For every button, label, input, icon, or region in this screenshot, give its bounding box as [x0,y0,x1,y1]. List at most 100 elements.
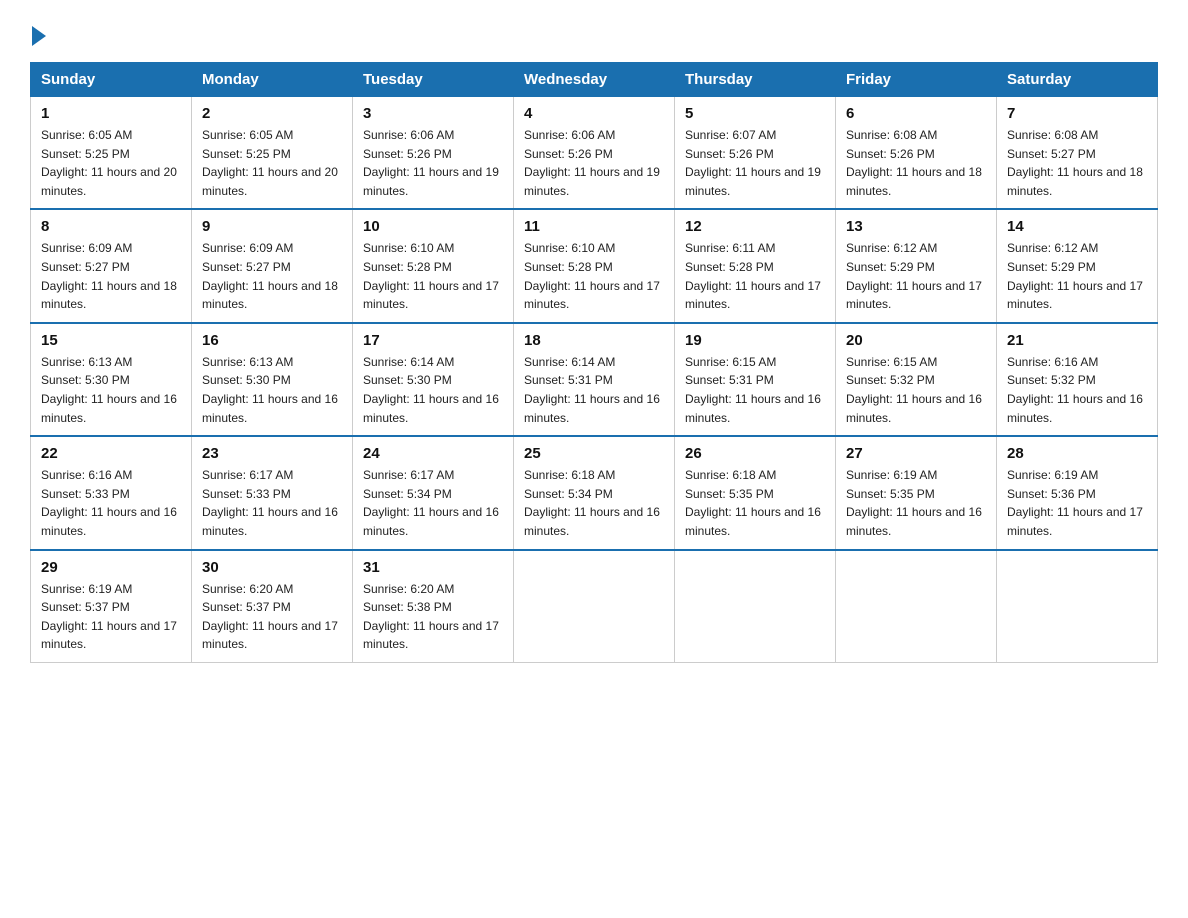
day-number: 17 [363,332,503,349]
day-number: 19 [685,332,825,349]
calendar-week-row: 1 Sunrise: 6:05 AMSunset: 5:25 PMDayligh… [31,97,1158,210]
day-info: Sunrise: 6:12 AMSunset: 5:29 PMDaylight:… [1007,241,1143,311]
calendar-cell: 21 Sunrise: 6:16 AMSunset: 5:32 PMDaylig… [997,323,1158,436]
calendar-cell: 11 Sunrise: 6:10 AMSunset: 5:28 PMDaylig… [514,209,675,322]
day-info: Sunrise: 6:20 AMSunset: 5:37 PMDaylight:… [202,582,338,652]
day-info: Sunrise: 6:08 AMSunset: 5:26 PMDaylight:… [846,128,982,198]
calendar-cell: 16 Sunrise: 6:13 AMSunset: 5:30 PMDaylig… [192,323,353,436]
day-number: 24 [363,445,503,462]
day-number: 18 [524,332,664,349]
day-info: Sunrise: 6:05 AMSunset: 5:25 PMDaylight:… [41,128,177,198]
day-number: 25 [524,445,664,462]
calendar-body: 1 Sunrise: 6:05 AMSunset: 5:25 PMDayligh… [31,97,1158,663]
day-number: 11 [524,218,664,235]
day-number: 21 [1007,332,1147,349]
day-number: 7 [1007,105,1147,122]
day-number: 4 [524,105,664,122]
header-monday: Monday [192,63,353,97]
day-info: Sunrise: 6:07 AMSunset: 5:26 PMDaylight:… [685,128,821,198]
day-info: Sunrise: 6:10 AMSunset: 5:28 PMDaylight:… [363,241,499,311]
day-info: Sunrise: 6:17 AMSunset: 5:34 PMDaylight:… [363,468,499,538]
calendar-cell: 12 Sunrise: 6:11 AMSunset: 5:28 PMDaylig… [675,209,836,322]
calendar-cell: 6 Sunrise: 6:08 AMSunset: 5:26 PMDayligh… [836,97,997,210]
day-info: Sunrise: 6:09 AMSunset: 5:27 PMDaylight:… [41,241,177,311]
calendar-cell: 4 Sunrise: 6:06 AMSunset: 5:26 PMDayligh… [514,97,675,210]
calendar-cell: 19 Sunrise: 6:15 AMSunset: 5:31 PMDaylig… [675,323,836,436]
day-number: 29 [41,559,181,576]
logo-arrow-icon [32,26,46,46]
day-number: 14 [1007,218,1147,235]
day-info: Sunrise: 6:05 AMSunset: 5:25 PMDaylight:… [202,128,338,198]
calendar-cell: 18 Sunrise: 6:14 AMSunset: 5:31 PMDaylig… [514,323,675,436]
day-info: Sunrise: 6:13 AMSunset: 5:30 PMDaylight:… [41,355,177,425]
day-number: 30 [202,559,342,576]
calendar-cell [836,550,997,663]
day-number: 22 [41,445,181,462]
day-number: 12 [685,218,825,235]
calendar-cell: 15 Sunrise: 6:13 AMSunset: 5:30 PMDaylig… [31,323,192,436]
calendar-header-row: Sunday Monday Tuesday Wednesday Thursday… [31,63,1158,97]
day-info: Sunrise: 6:06 AMSunset: 5:26 PMDaylight:… [524,128,660,198]
day-number: 16 [202,332,342,349]
day-info: Sunrise: 6:10 AMSunset: 5:28 PMDaylight:… [524,241,660,311]
calendar-cell: 24 Sunrise: 6:17 AMSunset: 5:34 PMDaylig… [353,436,514,549]
day-info: Sunrise: 6:19 AMSunset: 5:36 PMDaylight:… [1007,468,1143,538]
header-tuesday: Tuesday [353,63,514,97]
day-number: 10 [363,218,503,235]
calendar-cell: 23 Sunrise: 6:17 AMSunset: 5:33 PMDaylig… [192,436,353,549]
calendar-cell: 26 Sunrise: 6:18 AMSunset: 5:35 PMDaylig… [675,436,836,549]
day-number: 15 [41,332,181,349]
calendar-week-row: 8 Sunrise: 6:09 AMSunset: 5:27 PMDayligh… [31,209,1158,322]
day-number: 9 [202,218,342,235]
calendar-cell: 5 Sunrise: 6:07 AMSunset: 5:26 PMDayligh… [675,97,836,210]
day-info: Sunrise: 6:15 AMSunset: 5:32 PMDaylight:… [846,355,982,425]
day-number: 28 [1007,445,1147,462]
calendar-cell [997,550,1158,663]
header-friday: Friday [836,63,997,97]
day-info: Sunrise: 6:17 AMSunset: 5:33 PMDaylight:… [202,468,338,538]
calendar-cell: 25 Sunrise: 6:18 AMSunset: 5:34 PMDaylig… [514,436,675,549]
calendar-cell: 1 Sunrise: 6:05 AMSunset: 5:25 PMDayligh… [31,97,192,210]
calendar-cell: 20 Sunrise: 6:15 AMSunset: 5:32 PMDaylig… [836,323,997,436]
page-header [30,24,1158,46]
calendar-cell [514,550,675,663]
day-info: Sunrise: 6:19 AMSunset: 5:37 PMDaylight:… [41,582,177,652]
day-info: Sunrise: 6:16 AMSunset: 5:33 PMDaylight:… [41,468,177,538]
day-info: Sunrise: 6:18 AMSunset: 5:34 PMDaylight:… [524,468,660,538]
calendar-cell: 7 Sunrise: 6:08 AMSunset: 5:27 PMDayligh… [997,97,1158,210]
day-info: Sunrise: 6:13 AMSunset: 5:30 PMDaylight:… [202,355,338,425]
calendar-cell: 28 Sunrise: 6:19 AMSunset: 5:36 PMDaylig… [997,436,1158,549]
day-number: 27 [846,445,986,462]
logo [30,24,46,46]
header-saturday: Saturday [997,63,1158,97]
day-info: Sunrise: 6:16 AMSunset: 5:32 PMDaylight:… [1007,355,1143,425]
day-info: Sunrise: 6:08 AMSunset: 5:27 PMDaylight:… [1007,128,1143,198]
day-info: Sunrise: 6:19 AMSunset: 5:35 PMDaylight:… [846,468,982,538]
day-number: 6 [846,105,986,122]
calendar-cell: 27 Sunrise: 6:19 AMSunset: 5:35 PMDaylig… [836,436,997,549]
day-number: 23 [202,445,342,462]
calendar-cell: 13 Sunrise: 6:12 AMSunset: 5:29 PMDaylig… [836,209,997,322]
day-number: 13 [846,218,986,235]
calendar-cell: 14 Sunrise: 6:12 AMSunset: 5:29 PMDaylig… [997,209,1158,322]
header-thursday: Thursday [675,63,836,97]
calendar-cell: 22 Sunrise: 6:16 AMSunset: 5:33 PMDaylig… [31,436,192,549]
calendar-cell: 30 Sunrise: 6:20 AMSunset: 5:37 PMDaylig… [192,550,353,663]
calendar-week-row: 15 Sunrise: 6:13 AMSunset: 5:30 PMDaylig… [31,323,1158,436]
day-number: 3 [363,105,503,122]
calendar-cell: 9 Sunrise: 6:09 AMSunset: 5:27 PMDayligh… [192,209,353,322]
day-info: Sunrise: 6:06 AMSunset: 5:26 PMDaylight:… [363,128,499,198]
day-info: Sunrise: 6:09 AMSunset: 5:27 PMDaylight:… [202,241,338,311]
day-number: 8 [41,218,181,235]
day-info: Sunrise: 6:20 AMSunset: 5:38 PMDaylight:… [363,582,499,652]
calendar-week-row: 22 Sunrise: 6:16 AMSunset: 5:33 PMDaylig… [31,436,1158,549]
day-info: Sunrise: 6:11 AMSunset: 5:28 PMDaylight:… [685,241,821,311]
header-sunday: Sunday [31,63,192,97]
calendar-cell: 31 Sunrise: 6:20 AMSunset: 5:38 PMDaylig… [353,550,514,663]
day-number: 26 [685,445,825,462]
day-number: 31 [363,559,503,576]
calendar-cell: 17 Sunrise: 6:14 AMSunset: 5:30 PMDaylig… [353,323,514,436]
calendar-cell: 8 Sunrise: 6:09 AMSunset: 5:27 PMDayligh… [31,209,192,322]
day-number: 20 [846,332,986,349]
calendar-cell: 3 Sunrise: 6:06 AMSunset: 5:26 PMDayligh… [353,97,514,210]
